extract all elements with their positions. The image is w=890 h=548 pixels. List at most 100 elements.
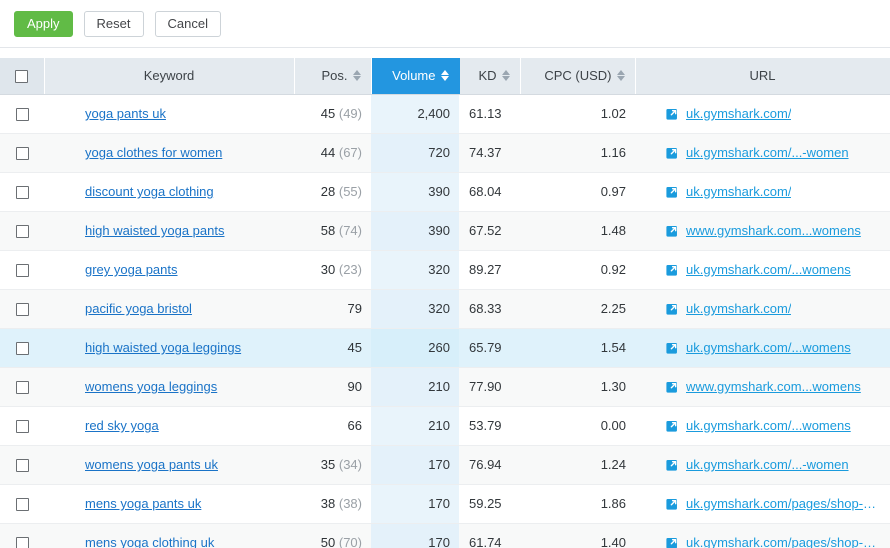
- column-header-pos[interactable]: Pos.: [294, 58, 372, 95]
- position-cell: 44 (67): [294, 133, 371, 173]
- keyword-link[interactable]: pacific yoga bristol: [85, 301, 192, 316]
- sort-arrows-icon[interactable]: [352, 69, 362, 82]
- column-header-pos-label: Pos.: [321, 68, 348, 84]
- keyword-cell: womens yoga leggings: [44, 367, 294, 407]
- kd-cell: 61.13: [459, 94, 520, 134]
- row-select-cell: [0, 523, 44, 548]
- row-select-cell: [0, 211, 44, 251]
- external-link-icon: [666, 421, 677, 432]
- keyword-cell: mens yoga pants uk: [44, 484, 294, 524]
- table-row[interactable]: mens yoga clothing uk 50 (70) 170 61.74 1.40…: [0, 523, 890, 548]
- position-current: 38: [320, 496, 336, 511]
- position-current: 44: [320, 145, 336, 160]
- volume-cell: 720: [371, 133, 459, 173]
- keyword-link[interactable]: grey yoga pants: [85, 262, 178, 277]
- url-link[interactable]: uk.gymshark.com/pages/shop-men: [686, 535, 881, 548]
- table-row[interactable]: high waisted yoga pants 58 (74) 390 67.52 1.…: [0, 211, 890, 251]
- keyword-link[interactable]: yoga clothes for women: [85, 145, 222, 160]
- keyword-link[interactable]: mens yoga clothing uk: [85, 535, 214, 548]
- url-link[interactable]: www.gymshark.com...womens: [686, 379, 861, 394]
- kd-cell: 53.79: [459, 406, 520, 446]
- column-header-volume[interactable]: Volume: [371, 58, 460, 95]
- url-link[interactable]: uk.gymshark.com/pages/shop-men: [686, 496, 881, 511]
- row-checkbox[interactable]: [15, 303, 29, 317]
- keyword-link[interactable]: high waisted yoga leggings: [85, 340, 241, 355]
- row-checkbox[interactable]: [15, 537, 29, 548]
- keyword-link[interactable]: red sky yoga: [85, 418, 159, 433]
- keyword-link[interactable]: yoga pants uk: [85, 106, 166, 121]
- url-link[interactable]: uk.gymshark.com/...womens: [686, 418, 851, 433]
- position-previous: (23): [338, 262, 362, 277]
- volume-cell: 210: [371, 406, 459, 446]
- url-cell: uk.gymshark.com/...womens: [635, 250, 890, 290]
- cpc-cell: 1.48: [520, 211, 635, 251]
- table-row[interactable]: high waisted yoga leggings 45 260 65.79 1.54…: [0, 328, 890, 368]
- url-cell: uk.gymshark.com/pages/shop-men: [635, 523, 890, 548]
- header-row: Keyword Pos. Volume KD CPC (USD) URL: [0, 58, 890, 95]
- column-header-keyword[interactable]: Keyword: [44, 58, 295, 95]
- keyword-link[interactable]: discount yoga clothing: [85, 184, 214, 199]
- url-link[interactable]: uk.gymshark.com/...womens: [686, 262, 851, 277]
- sort-arrows-icon[interactable]: [440, 69, 450, 82]
- table-header: Keyword Pos. Volume KD CPC (USD) URL: [0, 58, 890, 95]
- external-link-icon: [666, 538, 677, 548]
- volume-cell: 390: [371, 211, 459, 251]
- row-checkbox[interactable]: [15, 225, 29, 239]
- kd-cell: 76.94: [459, 445, 520, 485]
- url-cell: uk.gymshark.com/: [635, 94, 890, 134]
- url-link[interactable]: uk.gymshark.com/...-women: [686, 457, 849, 472]
- url-link[interactable]: uk.gymshark.com/: [686, 106, 791, 121]
- keyword-link[interactable]: womens yoga leggings: [85, 379, 217, 394]
- row-checkbox[interactable]: [15, 264, 29, 278]
- keyword-link[interactable]: high waisted yoga pants: [85, 223, 224, 238]
- row-checkbox[interactable]: [15, 498, 29, 512]
- external-link-icon: [666, 148, 677, 159]
- table-row[interactable]: yoga pants uk 45 (49) 2,400 61.13 1.02 uk.gym…: [0, 94, 890, 134]
- url-link[interactable]: uk.gymshark.com/...-women: [686, 145, 849, 160]
- column-header-cpc[interactable]: CPC (USD): [520, 58, 636, 95]
- row-checkbox[interactable]: [15, 186, 29, 200]
- url-link[interactable]: www.gymshark.com...womens: [686, 223, 861, 238]
- table-row[interactable]: yoga clothes for women 44 (67) 720 74.37 1.1…: [0, 133, 890, 173]
- position-previous: (38): [338, 496, 362, 511]
- row-checkbox[interactable]: [15, 381, 29, 395]
- table-row[interactable]: grey yoga pants 30 (23) 320 89.27 0.92 uk.gym…: [0, 250, 890, 290]
- position-previous: (70): [338, 535, 362, 548]
- cpc-cell: 0.00: [520, 406, 635, 446]
- sort-arrows-icon[interactable]: [501, 69, 511, 82]
- cancel-button[interactable]: Cancel: [154, 10, 221, 37]
- row-checkbox[interactable]: [15, 459, 29, 473]
- row-select-cell: [0, 172, 44, 212]
- table-row[interactable]: discount yoga clothing 28 (55) 390 68.04 0.9…: [0, 172, 890, 212]
- url-link[interactable]: uk.gymshark.com/: [686, 301, 791, 316]
- url-link[interactable]: uk.gymshark.com/: [686, 184, 791, 199]
- kd-cell: 59.25: [459, 484, 520, 524]
- table-row[interactable]: mens yoga pants uk 38 (38) 170 59.25 1.86 uk.…: [0, 484, 890, 524]
- sort-arrows-icon[interactable]: [616, 69, 626, 82]
- keyword-cell: grey yoga pants: [44, 250, 294, 290]
- external-link-icon: [666, 343, 677, 354]
- table-row[interactable]: pacific yoga bristol 79 320 68.33 2.25 uk.gym…: [0, 289, 890, 329]
- row-checkbox[interactable]: [15, 420, 29, 434]
- keyword-link[interactable]: mens yoga pants uk: [85, 496, 201, 511]
- keyword-link[interactable]: womens yoga pants uk: [85, 457, 218, 472]
- position-current: 58: [320, 223, 336, 238]
- column-header-kd[interactable]: KD: [459, 58, 521, 95]
- row-select-cell: [0, 406, 44, 446]
- row-select-cell: [0, 484, 44, 524]
- row-checkbox[interactable]: [15, 147, 29, 161]
- external-link-icon: [666, 382, 677, 393]
- apply-button[interactable]: Apply: [14, 10, 73, 37]
- url-link[interactable]: uk.gymshark.com/...womens: [686, 340, 851, 355]
- position-current: 45: [347, 340, 362, 355]
- select-all-checkbox[interactable]: [15, 70, 29, 84]
- row-checkbox[interactable]: [15, 108, 29, 122]
- table-row[interactable]: womens yoga pants uk 35 (34) 170 76.94 1.24 u…: [0, 445, 890, 485]
- table-row[interactable]: womens yoga leggings 90 210 77.90 1.30 www.gy…: [0, 367, 890, 407]
- kd-cell: 89.27: [459, 250, 520, 290]
- table-row[interactable]: red sky yoga 66 210 53.79 0.00 uk.gymshark.co…: [0, 406, 890, 446]
- reset-button[interactable]: Reset: [83, 10, 144, 37]
- column-header-url[interactable]: URL: [635, 58, 890, 95]
- position-previous: (55): [338, 184, 362, 199]
- row-checkbox[interactable]: [15, 342, 29, 356]
